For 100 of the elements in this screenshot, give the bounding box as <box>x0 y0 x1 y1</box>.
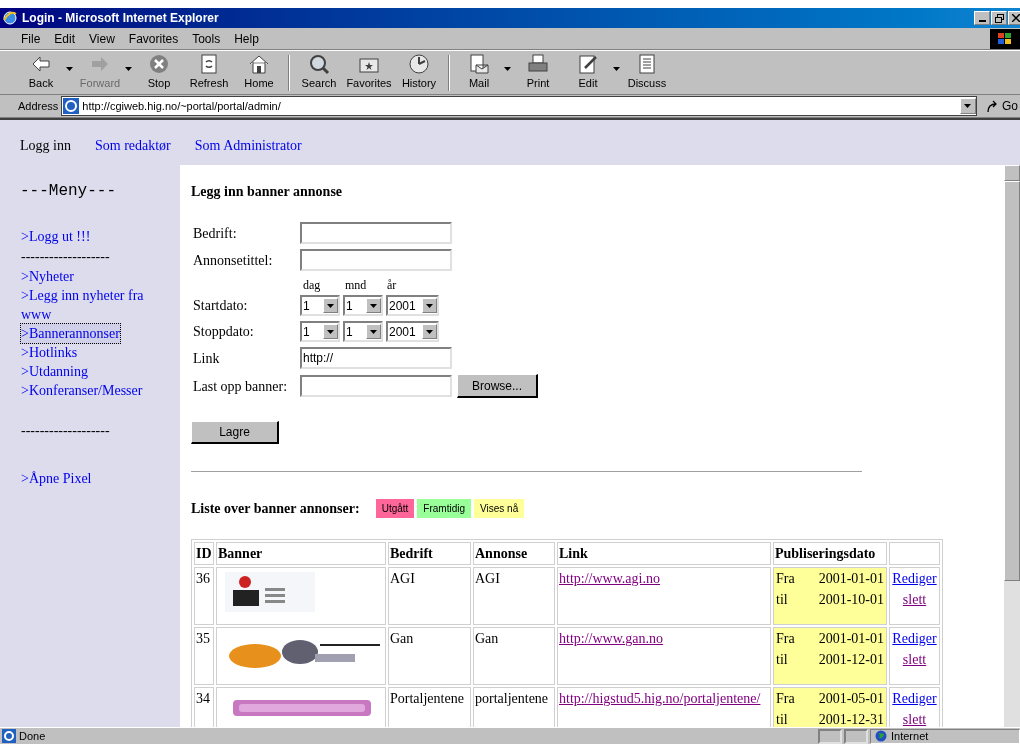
divider-text: ------------------- <box>20 422 111 440</box>
column-label: mnd <box>345 277 368 294</box>
status-pane <box>818 728 842 744</box>
close-icon <box>1012 14 1020 22</box>
date-select[interactable]: 2001 <box>386 295 439 316</box>
table-cell: AGI <box>388 567 471 625</box>
stop-icon <box>148 53 170 76</box>
date-cell: Fra 2001-01-01 til 2001-12-01 <box>773 627 887 685</box>
save-button[interactable]: Lagre <box>191 421 279 444</box>
menu-item[interactable]: Favorites <box>121 29 186 48</box>
close-button[interactable] <box>1008 11 1020 25</box>
date-select[interactable]: 1 <box>300 295 340 316</box>
table-cell: Gan <box>473 627 555 685</box>
caret-icon <box>426 303 433 308</box>
date-select[interactable]: 1 <box>300 321 340 342</box>
form-title: Legg inn banner annonse <box>191 183 344 201</box>
toolbar-button[interactable]: Refresh <box>184 53 234 92</box>
column-header: Publiseringsdato <box>773 542 887 565</box>
status-text: Done <box>0 727 816 744</box>
legend-tag: Utgått <box>375 499 415 518</box>
column-header: ID <box>194 542 214 565</box>
menu-item[interactable]: Tools <box>185 29 228 48</box>
sidebar-link[interactable]: >Åpne Pixel <box>20 468 93 489</box>
caret-icon <box>426 329 433 334</box>
nav-link[interactable]: Som Administrator <box>194 135 302 156</box>
column-header: Bedrift <box>388 542 471 565</box>
edit-link[interactable]: Rediger <box>890 568 939 589</box>
toolbar-button[interactable]: Mail <box>454 53 513 92</box>
edit-link[interactable]: Rediger <box>890 688 939 709</box>
table-cell: 34 <box>194 687 214 727</box>
column-header: Link <box>557 542 771 565</box>
field-label: Bedrift: <box>193 224 238 243</box>
toolbar-button[interactable]: Stop <box>134 53 184 92</box>
menu-heading: ---Meny--- <box>20 181 117 202</box>
caret-icon <box>370 329 377 334</box>
menu-item[interactable]: View <box>82 29 122 48</box>
menu-item[interactable]: Edit <box>47 29 83 48</box>
restore-icon <box>994 13 1004 23</box>
field-label: Last opp banner: <box>193 377 289 396</box>
sidebar-link[interactable]: >Logg ut !!! <box>20 226 92 247</box>
file-field[interactable] <box>300 375 452 397</box>
table-link[interactable]: http://www.agi.no <box>559 571 660 586</box>
table-cell: portaljentene <box>473 687 555 727</box>
sidebar-link[interactable]: >Konferanser/Messer <box>20 380 144 401</box>
date-select[interactable]: 1 <box>343 321 383 342</box>
restore-button[interactable] <box>991 11 1007 25</box>
legend-tag: Framtidig <box>417 499 472 518</box>
toolbar-button[interactable]: Print <box>513 53 563 92</box>
nav-link[interactable]: Som redaktør <box>94 135 171 156</box>
text-field[interactable]: http:// <box>300 347 452 369</box>
delete-link[interactable]: slett <box>890 709 939 727</box>
status-pane <box>844 728 868 744</box>
date-select[interactable]: 1 <box>343 295 383 316</box>
date-cell: Fra 2001-05-01 til 2001-12-31 <box>773 687 887 727</box>
dropdown-button[interactable] <box>960 98 976 114</box>
address-field[interactable]: http://cgiweb.hig.no/~portal/portal/admin/ <box>61 96 977 116</box>
sidebar-link[interactable]: >Legg inn nyheter fra www <box>20 285 160 325</box>
address-label: Address <box>17 98 59 114</box>
mail-icon <box>468 53 490 76</box>
column-header: Annonse <box>473 542 555 565</box>
document-icon <box>636 53 658 76</box>
caret-icon <box>504 66 511 71</box>
delete-link[interactable]: slett <box>890 589 939 610</box>
toolbar-button[interactable]: Search <box>294 53 344 92</box>
go-button[interactable]: Go <box>980 97 1020 115</box>
toolbar-button[interactable]: Home <box>234 53 284 92</box>
text-field[interactable] <box>300 249 452 271</box>
sidebar-link[interactable]: >Nyheter <box>20 266 75 287</box>
delete-link[interactable]: slett <box>890 649 939 670</box>
caret-icon <box>964 104 972 108</box>
toolbar-button[interactable]: Discuss <box>622 53 672 92</box>
toolbar-button[interactable]: Back <box>16 53 75 92</box>
edit-link[interactable]: Rediger <box>890 628 939 649</box>
column-label: dag <box>303 277 322 294</box>
legend-tag: Vises nå <box>474 499 525 518</box>
list-title: Liste over banner annonser: <box>191 500 360 518</box>
toolbar-button[interactable]: Edit <box>563 53 622 92</box>
date-select[interactable]: 2001 <box>386 321 439 342</box>
browse-button[interactable]: Browse... <box>457 374 538 398</box>
toolbar-button[interactable]: Favorites <box>344 53 394 92</box>
zone-indicator: Internet <box>870 728 1020 744</box>
field-label: Startdato: <box>193 297 249 315</box>
table-cell: Portaljentene <box>388 687 471 727</box>
toolbar-button[interactable]: History <box>394 53 444 92</box>
sidebar-link[interactable]: >Utdanning <box>20 361 89 382</box>
caret-icon <box>125 66 132 71</box>
browser-logo-icon <box>2 10 18 26</box>
field-label: Stoppdato: <box>193 323 255 341</box>
menu-item[interactable]: Help <box>227 29 266 48</box>
refresh-icon <box>198 53 220 76</box>
table-link[interactable]: http://www.gan.no <box>559 631 664 646</box>
sidebar-link[interactable]: >Hotlinks <box>20 342 79 363</box>
minimize-button[interactable] <box>974 11 990 25</box>
sidebar-link[interactable]: >Bannerannonser <box>20 323 121 344</box>
menu-item[interactable]: File <box>14 29 48 48</box>
text-field[interactable] <box>300 222 452 244</box>
date-cell: Fra 2001-01-01 til 2001-10-01 <box>773 567 887 625</box>
scrollbar[interactable] <box>1004 165 1020 727</box>
globe-icon <box>875 730 887 742</box>
windows-logo-icon <box>990 28 1020 49</box>
